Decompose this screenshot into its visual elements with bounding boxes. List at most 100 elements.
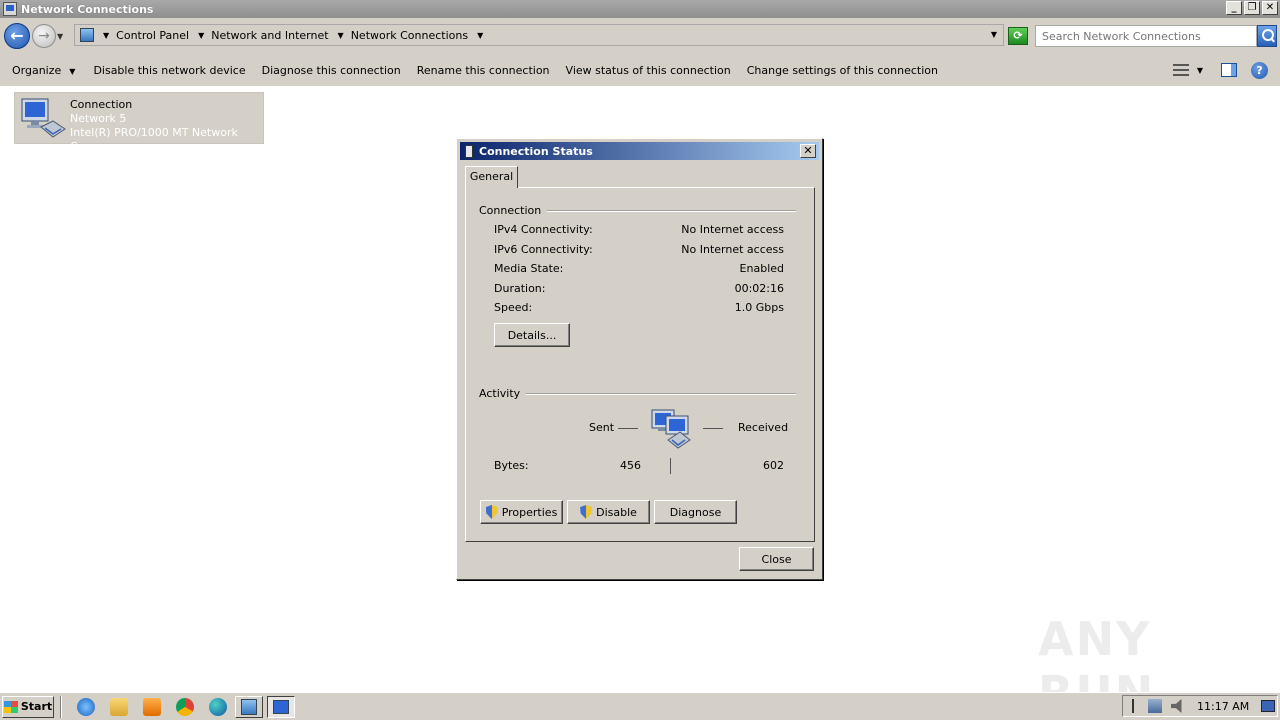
speed-label: Speed: — [494, 301, 533, 314]
sent-line — [618, 428, 638, 429]
address-dropdown[interactable]: ▼ — [991, 30, 997, 39]
help-icon[interactable]: ? — [1251, 61, 1268, 79]
window-titlebar: Network Connections _ ❐ ✕ — [0, 0, 1280, 18]
network-connections-icon — [273, 699, 289, 714]
chevron-down-icon: ▼ — [69, 66, 76, 76]
view-status-button[interactable]: View status of this connection — [558, 64, 739, 77]
taskbar-control-panel-button[interactable] — [235, 695, 263, 718]
ipv6-value: No Internet access — [681, 243, 784, 256]
network-tray-icon[interactable] — [1148, 699, 1162, 713]
bytes-received-value: 602 — [763, 459, 784, 472]
control-panel-icon — [80, 28, 94, 42]
action-center-flag-icon[interactable] — [1132, 699, 1142, 713]
view-options-dropdown[interactable]: ▼ — [1197, 66, 1203, 75]
file-explorer-icon[interactable] — [110, 697, 128, 716]
connection-network: Network 5 — [70, 112, 127, 125]
disable-label: Disable — [596, 505, 637, 519]
general-tab-panel — [465, 187, 815, 542]
dialog-titlebar: Connection Status ✕ — [460, 142, 819, 160]
breadcrumb-arrow[interactable]: ▼ — [198, 31, 204, 40]
address-toolbar: ← → ▼ ▼ Control Panel ▼ Network and Inte… — [0, 18, 1280, 54]
sent-label: Sent — [589, 421, 615, 434]
start-button[interactable]: Start — [2, 695, 54, 718]
tab-general[interactable]: General — [465, 166, 518, 188]
media-state-label: Media State: — [494, 262, 564, 275]
breadcrumb-control-panel[interactable]: Control Panel — [116, 29, 189, 42]
taskbar-network-connections-button[interactable] — [267, 695, 295, 718]
breadcrumb-arrow[interactable]: ▼ — [338, 31, 344, 40]
duration-label: Duration: — [494, 282, 546, 295]
search-field[interactable] — [1035, 25, 1257, 47]
taskbar: Start 11:17 AM — [0, 692, 1280, 720]
volume-icon[interactable] — [1171, 699, 1182, 713]
refresh-button[interactable]: ⟳ — [1008, 27, 1028, 45]
properties-button[interactable]: Properties — [480, 500, 563, 524]
network-connections-icon — [3, 2, 17, 16]
windows-logo-icon — [3, 700, 18, 713]
received-line — [703, 428, 723, 429]
forward-button[interactable]: → — [32, 24, 56, 48]
bytes-sent-value: 456 — [620, 459, 641, 472]
close-window-button[interactable]: ✕ — [1262, 1, 1278, 15]
diagnose-connection-button[interactable]: Diagnose this connection — [254, 64, 409, 77]
start-label: Start — [20, 700, 53, 713]
recent-pages-dropdown[interactable]: ▼ — [57, 32, 63, 41]
window-controls: _ ❐ ✕ — [1226, 1, 1278, 15]
breadcrumb-arrow[interactable]: ▼ — [477, 31, 483, 40]
duration-value: 00:02:16 — [734, 282, 784, 295]
ipv4-label: IPv4 Connectivity: — [494, 223, 593, 236]
dialog-close-icon[interactable]: ✕ — [800, 144, 816, 158]
network-adapter-icon — [21, 98, 66, 138]
minimize-button[interactable]: _ — [1226, 1, 1242, 15]
chrome-icon[interactable] — [176, 697, 194, 716]
window-title: Network Connections — [21, 2, 154, 16]
organize-label: Organize — [12, 63, 62, 77]
media-state-value: Enabled — [739, 262, 784, 275]
command-bar: Organize ▼ Disable this network device Di… — [0, 54, 1280, 86]
connection-adapter: Intel(R) PRO/1000 MT Network Conn... — [70, 126, 238, 153]
activity-group-divider — [480, 393, 796, 395]
connection-name: Connection — [70, 98, 133, 111]
back-button[interactable]: ← — [4, 23, 30, 49]
properties-label: Properties — [501, 505, 558, 519]
uac-shield-icon — [485, 505, 498, 519]
details-button[interactable]: Details... — [494, 323, 570, 347]
preview-pane-icon[interactable] — [1221, 63, 1237, 77]
view-controls: ▼ ? — [1172, 54, 1280, 86]
breadcrumb: ▼ Control Panel ▼ Network and Internet ▼… — [94, 29, 490, 42]
uac-shield-icon — [580, 505, 593, 519]
taskbar-separator — [60, 695, 62, 718]
rename-connection-button[interactable]: Rename this connection — [409, 64, 558, 77]
connection-item[interactable]: Connection Network 5 Intel(R) PRO/1000 M… — [14, 92, 264, 153]
connection-details: Connection Network 5 Intel(R) PRO/1000 M… — [70, 98, 263, 154]
activity-group-label: Activity — [479, 387, 527, 400]
restore-button[interactable]: ❐ — [1244, 1, 1260, 15]
organize-button[interactable]: Organize ▼ — [0, 64, 83, 77]
address-bar[interactable]: ▼ Control Panel ▼ Network and Internet ▼… — [74, 24, 1004, 46]
connection-icon — [465, 144, 473, 158]
disable-button[interactable]: Disable — [567, 500, 650, 524]
search-icon[interactable] — [1257, 25, 1277, 47]
bytes-divider — [670, 458, 671, 474]
disable-device-button[interactable]: Disable this network device — [85, 64, 253, 77]
internet-explorer-icon[interactable] — [77, 697, 95, 716]
show-desktop-icon[interactable] — [1261, 700, 1276, 712]
close-button[interactable]: Close — [739, 547, 814, 571]
received-label: Received — [738, 421, 789, 434]
breadcrumb-network-and-internet[interactable]: Network and Internet — [211, 29, 328, 42]
speed-value: 1.0 Gbps — [734, 301, 784, 314]
edge-icon[interactable] — [209, 697, 227, 716]
ipv6-label: IPv6 Connectivity: — [494, 243, 593, 256]
bytes-label: Bytes: — [494, 459, 529, 472]
search-input[interactable] — [1036, 26, 1256, 46]
diagnose-button[interactable]: Diagnose — [654, 500, 737, 524]
ipv4-value: No Internet access — [681, 223, 784, 236]
system-tray: 11:17 AM — [1122, 695, 1278, 717]
change-view-icon[interactable] — [1172, 64, 1189, 76]
clock[interactable]: 11:17 AM — [1197, 700, 1249, 713]
breadcrumb-root-arrow[interactable]: ▼ — [103, 31, 109, 40]
connection-group-label: Connection — [479, 204, 548, 217]
media-player-icon[interactable] — [143, 697, 161, 716]
change-settings-button[interactable]: Change settings of this connection — [739, 64, 946, 77]
breadcrumb-network-connections[interactable]: Network Connections — [351, 29, 468, 42]
